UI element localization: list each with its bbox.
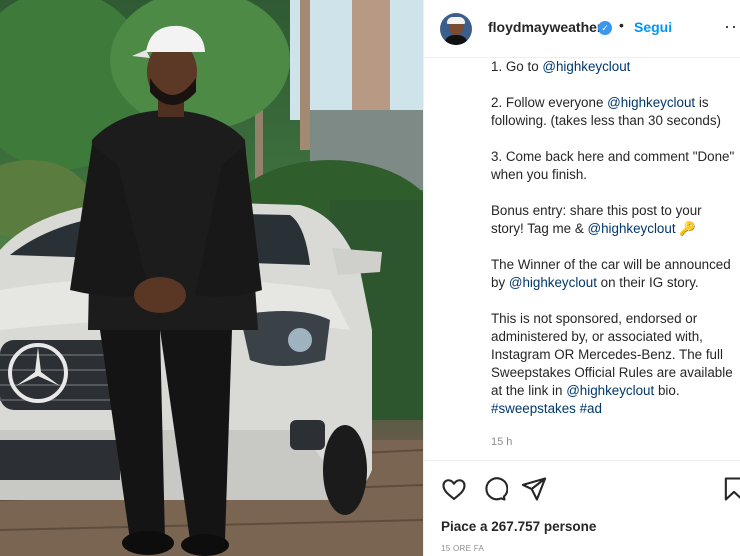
- caption-step-2: 2. Follow everyone @highkeyclout is foll…: [491, 94, 740, 130]
- paper-plane-icon[interactable]: [520, 475, 548, 503]
- caption-text: following. (takes less than 30 seconds): [491, 113, 721, 128]
- caption-text: when you finish.: [491, 167, 588, 182]
- caption-text: administered by, or associated with,: [491, 329, 703, 344]
- post-details-pane: floydmayweather ✓ • Segui ··· 1. Go to @…: [423, 0, 740, 556]
- caption-text: This is not sponsored, endorsed or: [491, 311, 698, 326]
- post-photo-illustration: [0, 0, 423, 556]
- caption-text: is: [695, 95, 709, 110]
- caption-text: Sweepstakes Official Rules are available: [491, 365, 733, 380]
- comment-icon[interactable]: [480, 475, 509, 503]
- avatar-body: [444, 35, 468, 45]
- caption-text: The Winner of the car will be announced: [491, 257, 731, 272]
- post-header: floydmayweather ✓ • Segui ···: [424, 0, 740, 58]
- caption-text: at the link in: [491, 383, 567, 398]
- caption-text: Bonus entry: share this post to your: [491, 203, 702, 218]
- post-photo[interactable]: [0, 0, 423, 556]
- caption-text: Instagram OR Mercedes-Benz. The full: [491, 347, 723, 362]
- mention-link[interactable]: @highkeyclout: [542, 59, 630, 74]
- caption-step-1: 1. Go to @highkeyclout: [491, 58, 740, 76]
- mention-link[interactable]: @highkeyclout: [607, 95, 695, 110]
- heart-icon[interactable]: [440, 475, 468, 503]
- caption-text: story! Tag me &: [491, 221, 588, 236]
- likes-count[interactable]: Piace a 267.757 persone: [441, 519, 596, 534]
- verified-badge-icon: ✓: [598, 21, 612, 35]
- caption-winner: The Winner of the car will be announced …: [491, 256, 740, 292]
- follow-button[interactable]: Segui: [634, 19, 672, 35]
- mention-link[interactable]: @highkeyclout: [566, 383, 654, 398]
- caption-timestamp[interactable]: 15 h: [491, 436, 512, 448]
- caption-bonus: Bonus entry: share this post to your sto…: [491, 202, 740, 238]
- hashtag-link[interactable]: #sweepstakes: [491, 401, 576, 416]
- hashtag-link[interactable]: #ad: [580, 401, 602, 416]
- post-actions-bar: [424, 460, 740, 516]
- separator-dot: •: [619, 17, 624, 33]
- avatar[interactable]: [440, 13, 472, 45]
- avatar-cap: [447, 17, 465, 24]
- post-caption: 1. Go to @highkeyclout 2. Follow everyon…: [491, 58, 740, 436]
- post-date: 15 ORE FA: [441, 544, 485, 553]
- caption-text: by: [491, 275, 509, 290]
- caption-text: on their IG story.: [596, 275, 699, 290]
- mention-link[interactable]: @highkeyclout: [588, 221, 676, 236]
- username-link[interactable]: floydmayweather: [488, 19, 602, 35]
- caption-legal: This is not sponsored, endorsed or admin…: [491, 310, 740, 418]
- mention-link[interactable]: @highkeyclout: [509, 275, 597, 290]
- more-options-icon[interactable]: ···: [724, 16, 740, 37]
- caption-text: 1. Go to: [491, 59, 543, 74]
- caption-step-3: 3. Come back here and comment "Done" whe…: [491, 148, 740, 184]
- caption-text: bio.: [654, 383, 680, 398]
- key-emoji-icon: 🔑: [679, 221, 696, 236]
- bookmark-icon[interactable]: [720, 475, 740, 503]
- caption-text: 3. Come back here and comment "Done": [491, 149, 735, 164]
- caption-text: 2. Follow everyone: [491, 95, 608, 110]
